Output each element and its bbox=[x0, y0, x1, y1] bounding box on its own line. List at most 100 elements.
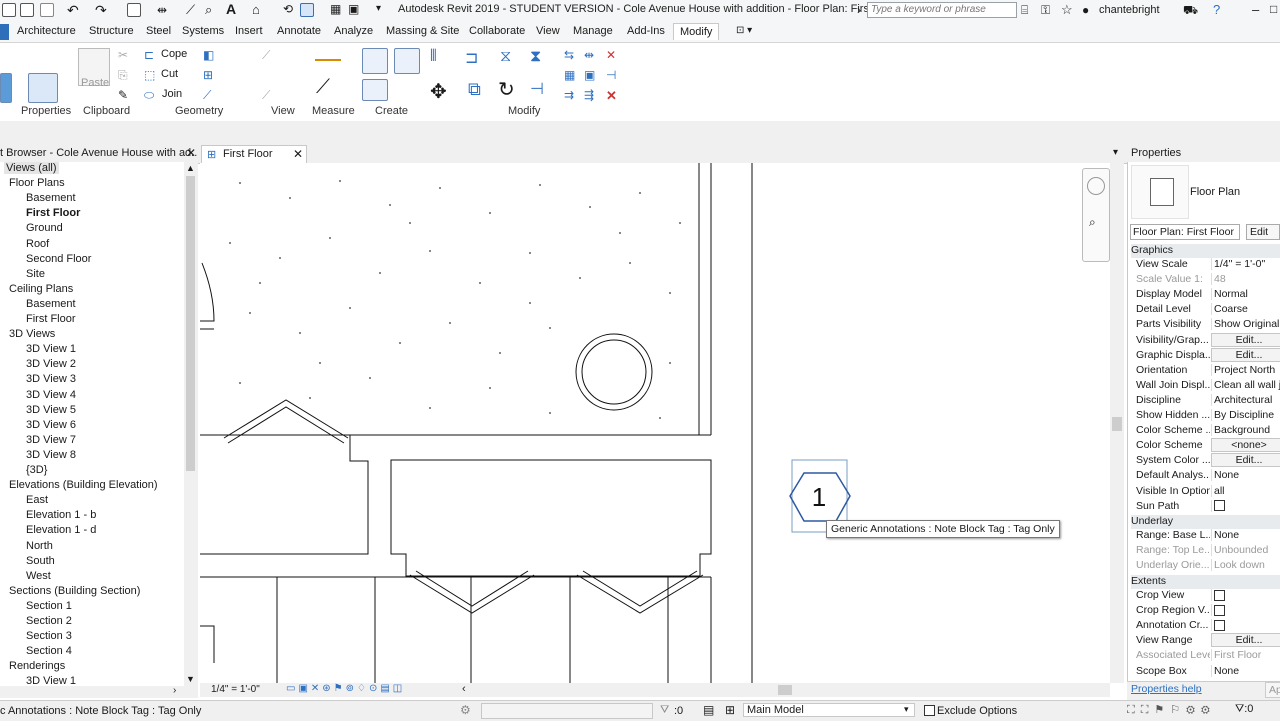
property-value[interactable]: None bbox=[1211, 469, 1280, 482]
trim-icon[interactable]: ⊣ bbox=[530, 79, 544, 99]
section-extents[interactable]: Extents bbox=[1131, 575, 1280, 589]
cut-geometry-icon[interactable]: ⬚ bbox=[144, 68, 155, 82]
3d-view-icon[interactable]: ⌂ bbox=[252, 2, 260, 17]
measure-icon[interactable]: ⇹ bbox=[157, 3, 167, 17]
property-value[interactable]: 1/4" = 1'-0" bbox=[1211, 258, 1280, 270]
sync-icon[interactable] bbox=[40, 3, 54, 17]
property-value[interactable]: Clean all wall j... bbox=[1211, 378, 1280, 391]
property-value[interactable]: Background bbox=[1211, 424, 1280, 437]
file-tab[interactable] bbox=[0, 24, 9, 40]
restore-icon[interactable]: □ bbox=[1270, 2, 1277, 16]
tree-group-item[interactable]: 3D Views bbox=[9, 328, 55, 340]
match-props-icon[interactable]: ✎ bbox=[118, 88, 128, 102]
tree-group-item[interactable]: Sections (Building Section) bbox=[9, 585, 140, 597]
zoom-icon[interactable]: ⌕ bbox=[1089, 215, 1096, 230]
minimize-icon[interactable]: – bbox=[1252, 2, 1259, 17]
design-options-icon[interactable]: ⊞ bbox=[725, 703, 735, 717]
dimension-icon[interactable]: ⟋ bbox=[186, 2, 195, 18]
open-icon[interactable] bbox=[2, 3, 16, 17]
delete-icon[interactable]: ✕ bbox=[606, 88, 617, 104]
tree-view-item[interactable]: Ground bbox=[26, 222, 63, 234]
unpin-icon[interactable]: ✕ bbox=[606, 48, 616, 62]
property-checkbox[interactable] bbox=[1211, 499, 1280, 512]
copy-clip-icon[interactable]: ⎘ bbox=[118, 68, 128, 83]
save-icon[interactable] bbox=[20, 3, 34, 17]
tree-view-item[interactable]: 3D View 3 bbox=[26, 373, 76, 385]
navigation-bar[interactable]: ⌕ bbox=[1082, 168, 1110, 262]
cope-icon[interactable]: ⊏ bbox=[144, 48, 154, 62]
property-value[interactable]: Normal bbox=[1211, 288, 1280, 301]
tree-view-item[interactable]: Section 2 bbox=[26, 615, 72, 627]
properties-help-link[interactable]: Properties help bbox=[1131, 683, 1202, 695]
tree-view-item[interactable]: West bbox=[26, 570, 51, 582]
cope-button[interactable]: Cope bbox=[161, 48, 187, 60]
tab-view[interactable]: View bbox=[536, 25, 560, 37]
editable-only-icon[interactable]: ▤ bbox=[703, 703, 714, 717]
tree-view-item[interactable]: Elevation 1 - d bbox=[26, 524, 96, 536]
view-tab-first-floor[interactable]: ⊞ First Floor ✕ bbox=[201, 145, 307, 163]
view-scale[interactable]: 1/4" = 1'-0" bbox=[211, 684, 260, 695]
section-underlay[interactable]: Underlay bbox=[1131, 515, 1280, 529]
scroll-left-icon[interactable]: ‹ bbox=[462, 683, 466, 695]
property-edit-button[interactable]: Edit... bbox=[1211, 332, 1280, 347]
tree-view-item[interactable]: Roof bbox=[26, 238, 49, 250]
property-checkbox[interactable] bbox=[1211, 589, 1280, 601]
mirror-axis-icon[interactable]: ⧖ bbox=[500, 48, 511, 66]
join-button[interactable]: Join bbox=[162, 88, 182, 100]
tree-view-item[interactable]: 3D View 5 bbox=[26, 404, 76, 416]
tag-icon[interactable]: ⌕ bbox=[205, 2, 212, 18]
property-checkbox[interactable] bbox=[1211, 619, 1280, 632]
exclude-options-checkbox[interactable] bbox=[924, 704, 935, 716]
override-icon[interactable]: ⟋ bbox=[262, 88, 270, 103]
tree-view-item[interactable]: 3D View 8 bbox=[26, 449, 76, 461]
cut-clip-icon[interactable]: ✂ bbox=[118, 48, 128, 62]
search-input[interactable]: Type a keyword or phrase bbox=[867, 2, 1017, 18]
section-graphics[interactable]: Graphics bbox=[1131, 244, 1280, 258]
property-edit-button[interactable]: Edit... bbox=[1211, 633, 1280, 648]
create-parts-icon[interactable] bbox=[394, 48, 420, 74]
checkbox[interactable] bbox=[1214, 604, 1225, 616]
title-chevron-icon[interactable]: › bbox=[857, 3, 861, 17]
tree-group-item[interactable]: Views (all) bbox=[4, 162, 59, 174]
modify-select-button[interactable] bbox=[0, 73, 12, 103]
tab-structure[interactable]: Structure bbox=[89, 25, 134, 37]
scroll-up-icon[interactable]: ▲ bbox=[186, 163, 195, 173]
measure-distance-icon[interactable] bbox=[315, 51, 341, 61]
thin-lines-icon[interactable] bbox=[300, 3, 314, 17]
tree-view-item[interactable]: South bbox=[26, 555, 55, 567]
dimension-tool-icon[interactable]: ⟋ bbox=[316, 76, 330, 99]
favorites-star-icon[interactable]: ☆ bbox=[1061, 2, 1073, 18]
scroll-down-icon[interactable]: ▼ bbox=[186, 674, 195, 684]
close-hidden-icon[interactable]: ▦ bbox=[330, 2, 341, 16]
tree-view-item[interactable]: Elevation 1 - b bbox=[26, 509, 96, 521]
wall-joins-icon[interactable]: ⊞ bbox=[203, 68, 213, 82]
tree-view-item[interactable]: Second Floor bbox=[26, 253, 91, 265]
property-value[interactable]: None bbox=[1211, 664, 1280, 677]
tree-view-item[interactable]: First Floor bbox=[26, 313, 76, 325]
canvas-hscrollbar[interactable] bbox=[480, 683, 1110, 697]
cart-icon[interactable]: ⛟ bbox=[1183, 3, 1198, 19]
split-icon[interactable]: ⇆ bbox=[564, 48, 574, 62]
tree-view-item[interactable]: {3D} bbox=[26, 464, 47, 476]
split-gap-icon[interactable]: ⇹ bbox=[584, 48, 594, 62]
tab-dropdown-icon[interactable]: ▾ bbox=[1113, 147, 1118, 158]
project-browser-hscrollbar[interactable] bbox=[0, 686, 198, 698]
view-type-selector[interactable]: Floor Plan: First Floor bbox=[1130, 224, 1240, 240]
tab-add-ins[interactable]: Add-Ins bbox=[627, 25, 665, 37]
close-icon[interactable]: ✕ bbox=[186, 146, 196, 160]
tab-modify[interactable]: Modify bbox=[673, 23, 720, 40]
help-icon[interactable]: ? bbox=[1213, 2, 1220, 17]
paint-icon[interactable]: ⟋ bbox=[203, 88, 211, 103]
text-icon[interactable]: A bbox=[226, 1, 236, 17]
tree-view-item[interactable]: Basement bbox=[26, 192, 76, 204]
tree-view-item[interactable]: 3D View 4 bbox=[26, 389, 76, 401]
customize-dropdown-icon[interactable]: ▾ bbox=[376, 3, 381, 14]
tree-group-item[interactable]: Elevations (Building Elevation) bbox=[9, 479, 158, 491]
property-value[interactable]: By Discipline bbox=[1211, 409, 1280, 421]
tree-view-item[interactable]: North bbox=[26, 540, 53, 552]
view-controls-icons[interactable]: ▭▣✕⊛⚑⊚♢⊙▤◫ bbox=[286, 683, 405, 694]
tree-group-item[interactable]: Floor Plans bbox=[9, 177, 65, 189]
tree-view-item[interactable]: 3D View 7 bbox=[26, 434, 76, 446]
tab-architecture[interactable]: Architecture bbox=[17, 25, 76, 37]
project-browser-scroll-thumb[interactable] bbox=[186, 176, 195, 471]
